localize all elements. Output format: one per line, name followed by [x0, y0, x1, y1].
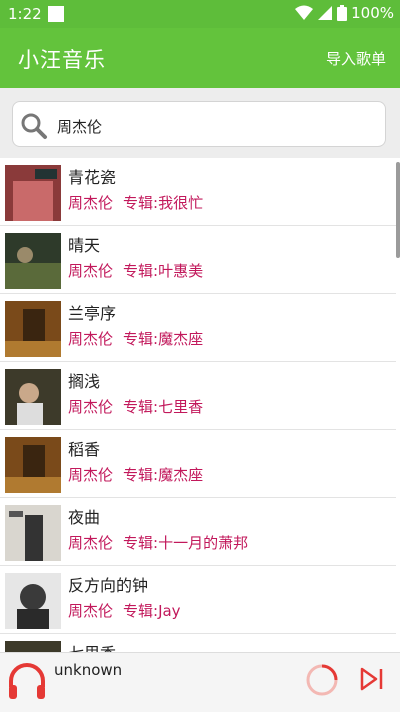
artist-name: 周杰伦	[68, 534, 114, 552]
status-time: 1:22	[8, 5, 42, 23]
album-cover	[5, 437, 61, 493]
song-row[interactable]: 搁浅 周杰伦 专辑:七里香	[0, 362, 396, 430]
song-row[interactable]: 晴天 周杰伦 专辑:叶惠美	[0, 226, 396, 294]
artist-name: 周杰伦	[68, 330, 114, 348]
play-progress-icon[interactable]	[305, 663, 339, 697]
song-title: 搁浅	[68, 372, 101, 391]
import-playlist-button[interactable]: 导入歌单	[326, 48, 386, 69]
song-meta: 周杰伦 专辑:叶惠美	[68, 260, 203, 281]
song-title: 青花瓷	[68, 168, 117, 187]
now-playing-title: unknown	[54, 661, 123, 679]
player-bar[interactable]: unknown	[0, 652, 400, 712]
album-name: 专辑:Jay	[123, 602, 181, 620]
app-bar: 小汪音乐 导入歌单	[0, 28, 400, 88]
search-value: 周杰伦	[57, 118, 103, 136]
song-meta: 周杰伦 专辑:我很忙	[68, 192, 203, 213]
album-cover	[5, 505, 61, 561]
skip-next-icon[interactable]	[358, 665, 386, 693]
album-name: 专辑:魔杰座	[123, 330, 204, 348]
album-name: 专辑:我很忙	[123, 194, 204, 212]
search-area: 周杰伦	[0, 88, 400, 158]
song-title: 稻香	[68, 440, 101, 459]
album-cover	[5, 369, 61, 425]
song-title: 反方向的钟	[68, 576, 149, 595]
album-cover	[5, 573, 61, 629]
artist-name: 周杰伦	[68, 602, 114, 620]
notification-icon	[48, 6, 64, 22]
album-name: 专辑:十一月的萧邦	[123, 534, 249, 552]
song-row[interactable]: 夜曲 周杰伦 专辑:十一月的萧邦	[0, 498, 396, 566]
headphones-icon	[9, 663, 45, 699]
artist-name: 周杰伦	[68, 466, 114, 484]
album-name: 专辑:叶惠美	[123, 262, 204, 280]
artist-name: 周杰伦	[68, 262, 114, 280]
song-row[interactable]: 稻香 周杰伦 专辑:魔杰座	[0, 430, 396, 498]
album-name: 专辑:七里香	[123, 398, 204, 416]
search-icon[interactable]	[19, 111, 49, 141]
status-bar: 1:22 100%	[0, 0, 400, 28]
wifi-icon	[295, 5, 314, 20]
battery-icon	[337, 5, 348, 21]
status-icons: 100%	[295, 4, 394, 22]
app-title: 小汪音乐	[18, 48, 106, 72]
song-row[interactable]: 兰亭序 周杰伦 专辑:魔杰座	[0, 294, 396, 362]
search-input[interactable]: 周杰伦	[12, 101, 386, 147]
song-title: 晴天	[68, 236, 101, 255]
song-title: 兰亭序	[68, 304, 117, 323]
artist-name: 周杰伦	[68, 194, 114, 212]
signal-icon	[318, 6, 333, 20]
battery-level: 100%	[351, 4, 394, 22]
song-meta: 周杰伦 专辑:Jay	[68, 600, 181, 621]
song-row[interactable]: 反方向的钟 周杰伦 专辑:Jay	[0, 566, 396, 634]
artist-name: 周杰伦	[68, 398, 114, 416]
album-name: 专辑:魔杰座	[123, 466, 204, 484]
album-cover	[5, 233, 61, 289]
song-title: 七里香	[68, 640, 116, 652]
album-cover	[5, 165, 61, 221]
song-list[interactable]: 青花瓷 周杰伦 专辑:我很忙 晴天 周杰伦 专辑:叶惠美 兰亭序 周杰伦 专辑:魔杰座…	[0, 158, 400, 652]
song-title: 夜曲	[68, 508, 101, 527]
album-cover	[5, 301, 61, 357]
album-cover	[5, 641, 61, 652]
song-meta: 周杰伦 专辑:魔杰座	[68, 464, 203, 485]
list-scrollbar[interactable]	[396, 162, 400, 258]
song-row[interactable]: 青花瓷 周杰伦 专辑:我很忙	[0, 158, 396, 226]
song-meta: 周杰伦 专辑:魔杰座	[68, 328, 203, 349]
song-meta: 周杰伦 专辑:十一月的萧邦	[68, 532, 248, 553]
song-meta: 周杰伦 专辑:七里香	[68, 396, 203, 417]
song-row[interactable]: 七里香	[0, 634, 396, 652]
